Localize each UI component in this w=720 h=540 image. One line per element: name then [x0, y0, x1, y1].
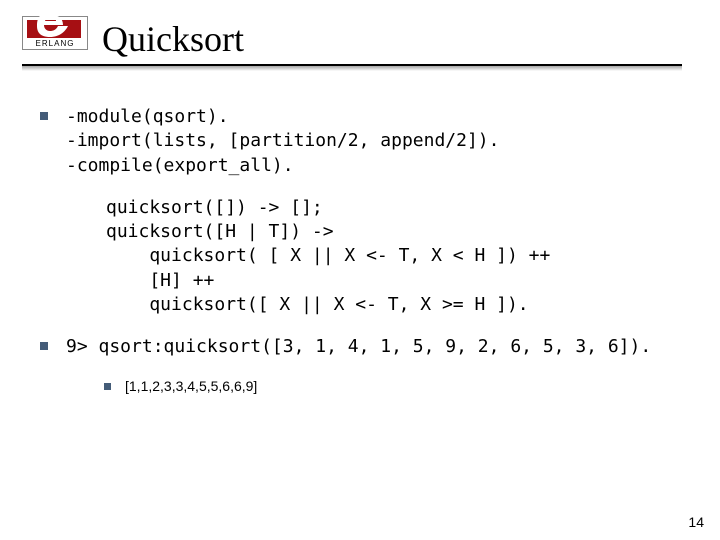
result-text: [1,1,2,3,3,4,5,5,6,6,9] — [125, 378, 257, 394]
slide-body: -module(qsort). -import(lists, [partitio… — [0, 71, 720, 394]
square-bullet-icon — [40, 112, 48, 120]
code-line: 9> qsort:quicksort([3, 1, 4, 1, 5, 9, 2,… — [66, 336, 651, 357]
code-line: quicksort([ X || X <- T, X >= H ]). — [106, 294, 529, 315]
code-line: quicksort([H | T]) -> — [106, 221, 334, 242]
code-block-quicksort: quicksort([]) -> []; quicksort([H | T]) … — [106, 196, 680, 317]
code-line: [H] ++ — [106, 270, 214, 291]
title-shadow — [22, 66, 682, 71]
slide-title: Quicksort — [102, 18, 720, 60]
bullet-item-1: -module(qsort). -import(lists, [partitio… — [40, 105, 680, 178]
code-block-module: -module(qsort). -import(lists, [partitio… — [66, 105, 499, 178]
page-number: 14 — [688, 514, 704, 530]
code-line: quicksort([]) -> []; — [106, 197, 323, 218]
code-line: -module(qsort). — [66, 106, 229, 127]
bullet-item-2: 9> qsort:quicksort([3, 1, 4, 1, 5, 9, 2,… — [40, 335, 680, 359]
logo-e-icon — [37, 15, 71, 37]
code-block-call: 9> qsort:quicksort([3, 1, 4, 1, 5, 9, 2,… — [66, 335, 651, 359]
slide-header: ERLANG Quicksort — [0, 0, 720, 71]
logo-frame: ERLANG — [22, 16, 88, 50]
logo-label: ERLANG — [23, 39, 87, 48]
square-bullet-icon — [40, 342, 48, 350]
code-line: -compile(export_all). — [66, 155, 294, 176]
code-line: quicksort( [ X || X <- T, X < H ]) ++ — [106, 245, 550, 266]
code-line: -import(lists, [partition/2, append/2]). — [66, 130, 499, 151]
square-bullet-icon — [104, 383, 111, 390]
slide: ERLANG Quicksort -module(qsort). -import… — [0, 0, 720, 540]
sub-bullet-item: [1,1,2,3,3,4,5,5,6,6,9] — [104, 378, 680, 394]
erlang-logo: ERLANG — [22, 16, 88, 50]
